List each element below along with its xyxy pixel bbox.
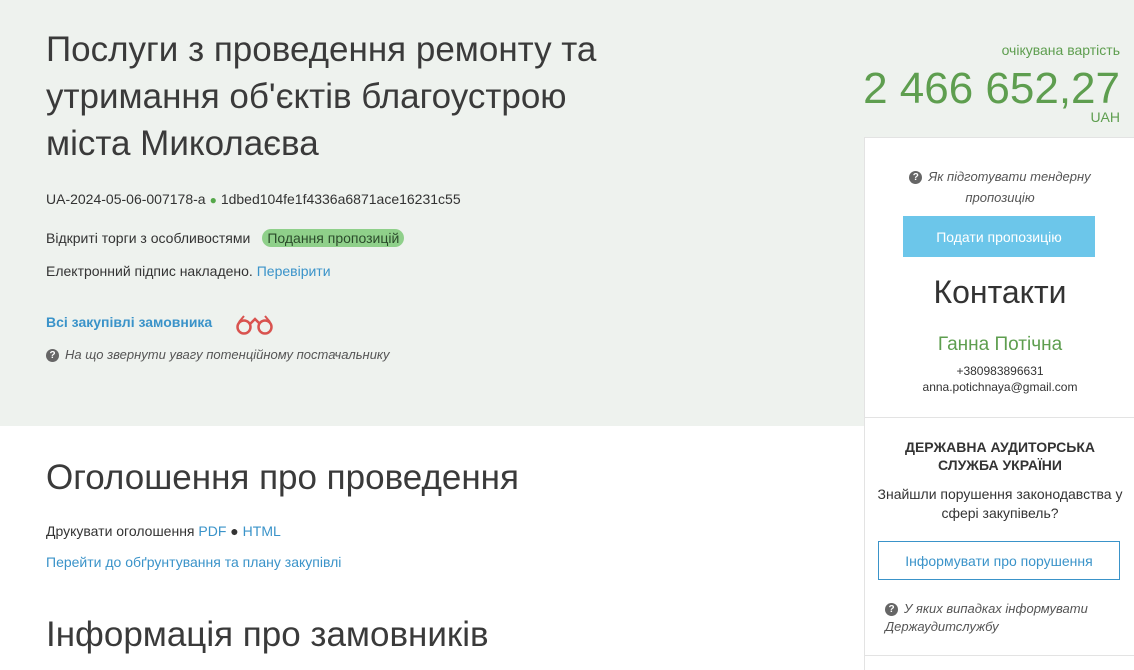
divider [865,417,1134,418]
procedure-row: Відкриті торги з особливостями Подання пр… [46,229,405,247]
print-pdf-link[interactable]: PDF [198,523,226,539]
buyer-row: Всі закупівлі замовника [46,314,212,330]
contact-name: Ганна Потічна [937,334,1063,355]
report-violation-button[interactable]: Інформувати про порушення [878,541,1120,580]
supplier-help-link[interactable]: ? На що звернути увагу потенційному поста… [46,347,390,363]
status-dot-icon: ● [209,193,217,207]
help-circle-icon: ? [46,349,59,363]
print-label: Друкувати оголошення [46,523,195,539]
audit-question: Знайшли порушення законодавства у сфері … [877,486,1123,521]
expected-price-label: очікувана вартість [1001,42,1120,58]
help-circle-icon: ? [909,171,923,185]
signature-text: Електронний підпис накладено. [46,263,253,279]
submit-bid-button[interactable]: Подати пропозицію [903,216,1095,257]
all-buyer-procurements-link[interactable]: Всі закупівлі замовника [46,314,212,330]
sidebar-panel: ? Як підготувати тендерну пропозицію Пода… [864,137,1134,670]
verify-signature-link[interactable]: Перевірити [257,263,331,279]
price-currency: UAH [1090,109,1120,125]
customers-title: Інформація про замовників [46,615,489,654]
tender-help-text: Як підготувати тендерну пропозицію [928,169,1091,205]
tender-hash: 1dbed104fe1f4336a6871ace16231c55 [220,191,461,207]
binoculars-icon[interactable] [234,313,276,337]
procurement-plan-link[interactable]: Перейти до обґрунтування та плану закупі… [46,554,341,570]
print-html-link[interactable]: HTML [243,523,281,539]
audit-help-link[interactable]: ? У яких випадках інформувати Держаудитсл… [885,600,1125,636]
print-row: Друкувати оголошення PDF ● HTML [46,523,281,539]
audit-help-text: У яких випадках інформувати Держаудитслу… [885,601,1088,634]
procedure-type: Відкриті торги з особливостями [46,230,251,246]
page-title: Послуги з проведення ремонту та утриманн… [46,30,597,163]
divider [865,655,1134,656]
status-badge: Подання пропозицій [262,229,405,247]
tender-help-link[interactable]: ? Як підготувати тендерну пропозицію [885,166,1115,208]
expected-price-value: 2 466 652,27 [863,64,1120,113]
tender-id-row: UA-2024-05-06-007178-a ● 1dbed104fe1f4336a… [46,191,461,207]
contacts-title: Контакти [933,274,1067,310]
contact-email: anna.potichnaya@gmail.com [922,380,1078,394]
signature-row: Електронний підпис накладено. Перевірити [46,263,331,279]
help-circle-icon: ? [885,603,898,617]
tender-id: UA-2024-05-06-007178-a [46,191,206,207]
announcement-title: Оголошення про проведення [46,458,519,497]
separator-dot: ● [230,523,239,539]
supplier-help-text: На що звернути увагу потенційному постач… [65,347,390,362]
contact-phone: +380983896631 [956,364,1044,378]
audit-service-title: ДЕРЖАВНА АУДИТОРСЬКА СЛУЖБА УКРАЇНИ [905,439,1095,473]
